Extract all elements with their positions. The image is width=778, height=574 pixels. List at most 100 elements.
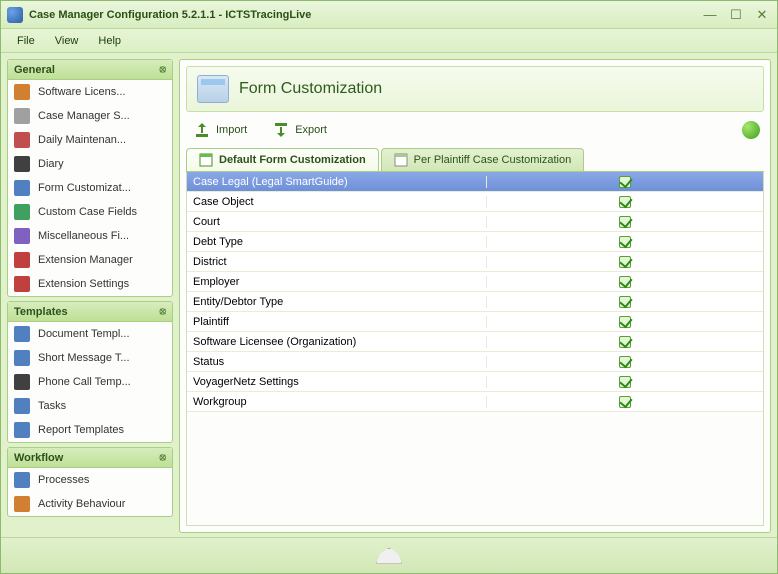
menu-file[interactable]: File [7,32,45,50]
menu-view[interactable]: View [45,32,89,50]
sidebar-item[interactable]: Processes [8,468,172,492]
nav-icon [14,398,30,414]
nav-icon [14,108,30,124]
grid-cell-check[interactable] [487,396,763,408]
grid-row[interactable]: Case Legal (Legal SmartGuide) [187,172,763,192]
nav-icon [14,132,30,148]
grid-cell-check[interactable] [487,336,763,348]
tab-per-plaintiff[interactable]: Per Plaintiff Case Customization [381,148,585,171]
sidebar-item[interactable]: Phone Call Temp... [8,370,172,394]
grid-cell-name: Software Licensee (Organization) [187,336,487,348]
sidebar-item[interactable]: Extension Settings [8,272,172,296]
nav-label: Document Templ... [38,328,130,340]
grid-cell-check[interactable] [487,276,763,288]
grid-row[interactable]: Status [187,352,763,372]
checkmark-icon [619,316,631,328]
tabs: Default Form Customization Per Plaintiff… [186,148,764,172]
nav-label: Miscellaneous Fi... [38,230,129,242]
panel-header-general[interactable]: General ⦻ [8,60,172,80]
import-label: Import [216,124,247,136]
content-area: Form Customization Import Export Default… [179,59,771,533]
sidebar-item[interactable]: Case Manager S... [8,104,172,128]
help-icon[interactable] [742,121,760,139]
sidebar-item[interactable]: Form Customizat... [8,176,172,200]
close-button[interactable]: ✕ [753,7,771,23]
tab-default-form[interactable]: Default Form Customization [186,148,379,171]
panel-title: Templates [14,306,68,318]
grid-row[interactable]: VoyagerNetz Settings [187,372,763,392]
checkmark-icon [619,376,631,388]
sidebar-item[interactable]: Software Licens... [8,80,172,104]
collapse-icon[interactable]: ⦻ [159,306,166,317]
grid-cell-check[interactable] [487,176,763,188]
panel-title: Workflow [14,452,63,464]
nav-label: Diary [38,158,64,170]
grid-row[interactable]: Software Licensee (Organization) [187,332,763,352]
grid-cell-check[interactable] [487,356,763,368]
import-button[interactable]: Import [190,120,251,140]
grid-cell-check[interactable] [487,316,763,328]
sidebar-item[interactable]: Extension Manager [8,248,172,272]
nav-icon [14,180,30,196]
grid-cell-name: Debt Type [187,236,487,248]
sidebar-item[interactable]: Tasks [8,394,172,418]
sidebar-item[interactable]: Custom Case Fields [8,200,172,224]
grid-row[interactable]: Plaintiff [187,312,763,332]
nav-label: Custom Case Fields [38,206,137,218]
panel-general: General ⦻ Software Licens... Case Manager… [7,59,173,297]
nav-icon [14,84,30,100]
grid-row[interactable]: Employer [187,272,763,292]
nav-label: Tasks [38,400,66,412]
nav-icon [14,496,30,512]
maximize-button[interactable]: ☐ [727,7,745,23]
nav-icon [14,472,30,488]
grid-row[interactable]: Entity/Debtor Type [187,292,763,312]
sidebar: General ⦻ Software Licens... Case Manager… [7,59,173,533]
grid-cell-name: District [187,256,487,268]
checkmark-icon [619,236,631,248]
grid-cell-name: Case Object [187,196,487,208]
menu-help[interactable]: Help [88,32,131,50]
collapse-icon[interactable]: ⦻ [159,452,166,463]
panel-header-workflow[interactable]: Workflow ⦻ [8,448,172,468]
nav-label: Form Customizat... [38,182,131,194]
form-icon [199,153,213,167]
app-icon [7,7,23,23]
panel-header-templates[interactable]: Templates ⦻ [8,302,172,322]
sidebar-item[interactable]: Diary [8,152,172,176]
export-button[interactable]: Export [269,120,331,140]
nav-icon [14,374,30,390]
sidebar-item[interactable]: Miscellaneous Fi... [8,224,172,248]
body: General ⦻ Software Licens... Case Manager… [1,53,777,539]
minimize-button[interactable]: — [701,7,719,23]
sidebar-item[interactable]: Activity Behaviour [8,492,172,516]
grid-row[interactable]: District [187,252,763,272]
sidebar-item[interactable]: Daily Maintenan... [8,128,172,152]
nav-label: Software Licens... [38,86,125,98]
titlebar: Case Manager Configuration 5.2.1.1 - ICT… [1,1,777,29]
grid-cell-check[interactable] [487,236,763,248]
grid-cell-check[interactable] [487,376,763,388]
sidebar-item[interactable]: Report Templates [8,418,172,442]
sidebar-item[interactable]: Short Message T... [8,346,172,370]
panel-templates: Templates ⦻ Document Templ... Short Messa… [7,301,173,443]
grid-cell-check[interactable] [487,256,763,268]
nav-icon [14,326,30,342]
grid-cell-check[interactable] [487,296,763,308]
grid-row[interactable]: Case Object [187,192,763,212]
grid-cell-check[interactable] [487,216,763,228]
grid-cell-name: Employer [187,276,487,288]
grid-row[interactable]: Workgroup [187,392,763,412]
grid-cell-name: Workgroup [187,396,487,408]
sidebar-item[interactable]: Document Templ... [8,322,172,346]
checkmark-icon [619,176,631,188]
grid-row[interactable]: Debt Type [187,232,763,252]
panel-workflow: Workflow ⦻ ProcessesActivity Behaviour [7,447,173,517]
grid-row[interactable]: Court [187,212,763,232]
tab-label: Default Form Customization [219,154,366,166]
grid-cell-check[interactable] [487,196,763,208]
nav-icon [14,204,30,220]
collapse-icon[interactable]: ⦻ [159,64,166,75]
grid-cell-name: VoyagerNetz Settings [187,376,487,388]
checkmark-icon [619,216,631,228]
